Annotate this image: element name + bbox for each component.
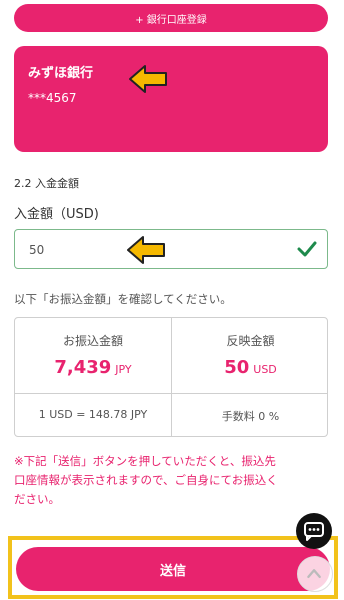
add-bank-account-label: + 銀行口座登録 — [135, 14, 207, 26]
reflected-amount-label: 反映金額 — [226, 334, 275, 348]
notice-line: ださい。 — [14, 492, 60, 506]
amount-field[interactable] — [14, 229, 328, 269]
checkmark-icon — [297, 241, 317, 257]
transfer-amount-value: 7,439 JPY — [15, 357, 171, 378]
reflected-amount-cell: 反映金額 50 USD — [172, 318, 327, 394]
transfer-notice: ※下記「送信」ボタンを押していただくと、振込先 口座情報が表示されますので、ご自… — [14, 452, 332, 509]
notice-line: 口座情報が表示されますので、ご自身にてお振込く — [14, 473, 278, 487]
transfer-summary: お振込金額 7,439 JPY 反映金額 50 USD 1 USD = 148.78… — [14, 317, 328, 437]
chevron-up-icon — [307, 569, 321, 579]
exchange-rate: 1 USD = 148.78 JPY — [38, 408, 148, 421]
reflected-amount-value: 50 USD — [172, 357, 327, 378]
submit-button[interactable]: 送信 — [16, 547, 330, 591]
chat-icon — [304, 522, 324, 541]
transfer-amount-cell: お振込金額 7,439 JPY — [15, 318, 172, 394]
reflected-amount-number: 50 — [224, 357, 250, 378]
section-title: 2.2 入金金額 — [14, 177, 79, 190]
transfer-currency: JPY — [115, 363, 132, 376]
fee-cell: 手数料 0 % — [172, 394, 327, 436]
arrow-pointer-icon — [129, 65, 167, 93]
bank-account-number: ***4567 — [28, 91, 77, 105]
submit-label: 送信 — [159, 563, 186, 579]
arrow-pointer-icon — [127, 236, 165, 264]
scroll-to-top-button[interactable] — [297, 556, 333, 592]
notice-line: ※下記「送信」ボタンを押していただくと、振込先 — [14, 454, 276, 468]
transfer-amount-label: お振込金額 — [62, 334, 123, 348]
bank-name: みずほ銀行 — [28, 66, 94, 81]
reflected-currency: USD — [253, 363, 277, 376]
fee-rate: 手数料 0 % — [221, 410, 280, 423]
chat-button[interactable] — [296, 513, 332, 549]
amount-field-label: 入金額（USD) — [14, 207, 99, 222]
bank-account-card[interactable]: みずほ銀行 ***4567 — [14, 46, 328, 152]
add-bank-account-button[interactable]: + 銀行口座登録 — [14, 4, 328, 32]
exchange-rate-cell: 1 USD = 148.78 JPY — [15, 394, 172, 436]
confirm-instruction: 以下「お振込金額」を確認してください。 — [14, 292, 232, 306]
transfer-amount-number: 7,439 — [54, 357, 112, 378]
